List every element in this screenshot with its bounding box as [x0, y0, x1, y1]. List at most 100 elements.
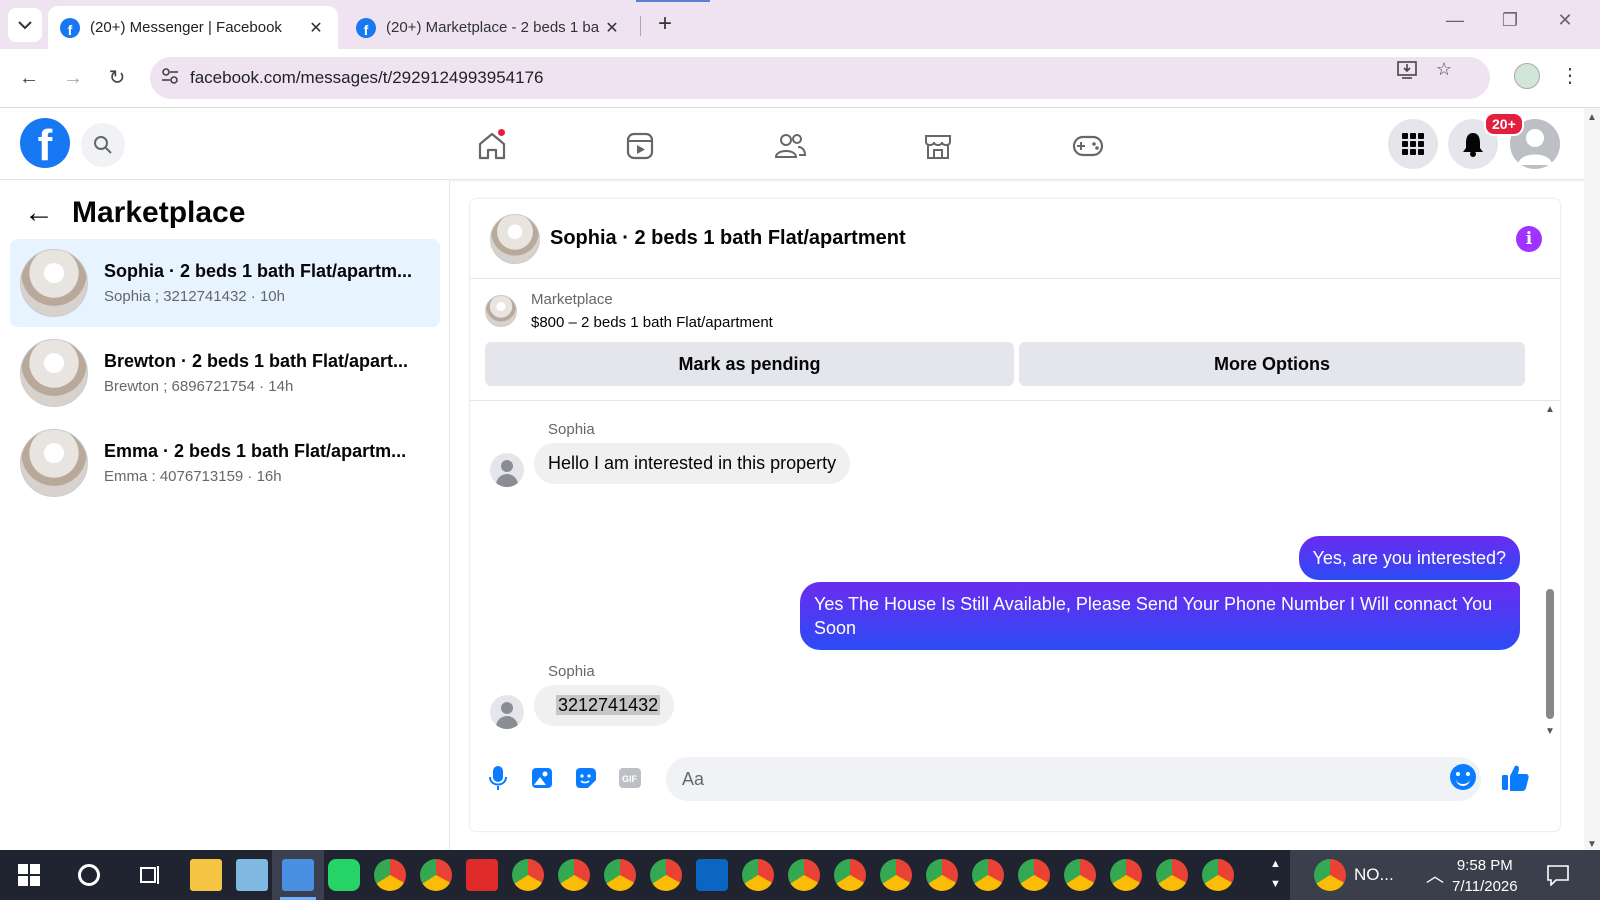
- bookmark-star-icon[interactable]: ☆: [1436, 59, 1452, 84]
- minimize-button[interactable]: —: [1440, 10, 1470, 31]
- close-tab-icon[interactable]: ✕: [602, 18, 622, 38]
- search-circle-icon[interactable]: [78, 864, 100, 886]
- more-options-button[interactable]: More Options: [1019, 342, 1525, 386]
- taskbar-overflow-arrows[interactable]: ▲ ▼: [1270, 854, 1281, 894]
- facebook-logo-icon[interactable]: f: [20, 118, 70, 168]
- chrome-profile-icon[interactable]: [604, 859, 636, 891]
- voice-clip-button[interactable]: [484, 764, 512, 792]
- message-scrollbar[interactable]: ▲ ▼: [1544, 404, 1556, 737]
- listing-thumbnail[interactable]: [490, 214, 540, 264]
- outgoing-message[interactable]: Yes The House Is Still Available, Please…: [800, 582, 1520, 650]
- info-icon[interactable]: i: [1516, 226, 1542, 252]
- scroll-up-arrow-icon[interactable]: ▲: [1544, 404, 1556, 415]
- whatsapp-icon[interactable]: [328, 859, 360, 891]
- bell-icon: [1463, 133, 1483, 157]
- listing-summary[interactable]: Marketplace $800 – 2 beds 1 bath Flat/ap…: [485, 291, 773, 331]
- tab-messenger[interactable]: f (20+) Messenger | Facebook ✕: [48, 6, 338, 49]
- wps-office-icon[interactable]: [466, 859, 498, 891]
- chrome-profile-icon[interactable]: [1202, 859, 1234, 891]
- gif-button[interactable]: GIF: [616, 764, 644, 792]
- chevron-down-icon: [18, 21, 32, 30]
- nav-reels[interactable]: [620, 126, 660, 166]
- show-hidden-icons-icon[interactable]: ︿: [1426, 862, 1444, 888]
- mark-as-pending-button[interactable]: Mark as pending: [485, 342, 1014, 386]
- chrome-profile-icon[interactable]: [1018, 859, 1050, 891]
- sticker-icon: [576, 768, 596, 788]
- outgoing-message[interactable]: Yes, are you interested?: [1298, 536, 1520, 580]
- chrome-profile-icon[interactable]: [972, 859, 1004, 891]
- chrome-profile-icon[interactable]: [558, 859, 590, 891]
- message-input[interactable]: Aa: [666, 757, 1481, 801]
- chrome-profile-icon[interactable]: [1110, 859, 1142, 891]
- marketplace-conversation-list: ← Marketplace Sophia · 2 beds 1 bath Fla…: [0, 180, 450, 850]
- chrome-icon[interactable]: [374, 859, 406, 891]
- nav-home[interactable]: [472, 126, 512, 166]
- page-scroll-down-icon[interactable]: ▼: [1587, 839, 1597, 850]
- windows-start-icon[interactable]: [18, 864, 40, 891]
- nav-gaming[interactable]: [1068, 126, 1108, 166]
- incoming-message[interactable]: 3212741432: [534, 685, 675, 726]
- scrollbar-thumb[interactable]: [1546, 589, 1554, 719]
- tray-app-icon[interactable]: [1314, 859, 1346, 891]
- like-button[interactable]: [1498, 761, 1532, 795]
- close-window-button[interactable]: ✕: [1550, 10, 1580, 31]
- tray-label[interactable]: NO...: [1354, 865, 1394, 885]
- gif-icon: GIF: [619, 768, 641, 788]
- chrome-profile-icon[interactable]: [1064, 859, 1096, 891]
- linkedin-icon[interactable]: [696, 859, 728, 891]
- conversation-item[interactable]: Brewton · 2 beds 1 bath Flat/apart... Br…: [10, 329, 440, 417]
- install-app-icon[interactable]: [1396, 59, 1418, 84]
- tab-marketplace[interactable]: f (20+) Marketplace - 2 beds 1 ba ✕: [344, 6, 634, 49]
- reload-button[interactable]: ↻: [102, 63, 132, 93]
- chrome-profile-icon[interactable]: [880, 859, 912, 891]
- nav-friends[interactable]: [770, 126, 810, 166]
- conversation-preview: Brewton ; 6896721754 · 14h: [104, 378, 294, 395]
- listing-thumbnail: [20, 429, 88, 497]
- chrome-icon[interactable]: [420, 859, 452, 891]
- chrome-profile-icon[interactable]: [742, 859, 774, 891]
- new-tab-button[interactable]: +: [650, 10, 680, 40]
- facebook-search-button[interactable]: [81, 123, 125, 167]
- tab-search-button[interactable]: [8, 8, 42, 42]
- emoji-icon[interactable]: [1450, 764, 1476, 790]
- omnibox-actions: ☆: [1396, 59, 1452, 84]
- attach-photo-button[interactable]: [528, 764, 556, 792]
- notepad-icon[interactable]: [236, 859, 268, 891]
- menu-button[interactable]: [1388, 119, 1438, 169]
- back-button[interactable]: ←: [14, 63, 44, 93]
- omnibox[interactable]: facebook.com/messages/t/2929124993954176: [150, 57, 1490, 99]
- chrome-profile-icon[interactable]: [788, 859, 820, 891]
- task-view-icon[interactable]: [138, 864, 160, 891]
- system-clock[interactable]: 9:58 PM 7/11/2026: [1452, 855, 1518, 897]
- notification-center-icon[interactable]: [1546, 864, 1570, 891]
- page-scrollbar[interactable]: ▲ ▼: [1584, 108, 1600, 850]
- sender-avatar: [490, 695, 524, 729]
- conversation-item[interactable]: Emma · 2 beds 1 bath Flat/apartm... Emma…: [10, 419, 440, 507]
- listing-thumbnail: [20, 249, 88, 317]
- listing-label: Marketplace: [531, 291, 613, 308]
- close-tab-icon[interactable]: ✕: [306, 18, 326, 38]
- forward-button[interactable]: →: [58, 63, 88, 93]
- page-scroll-up-icon[interactable]: ▲: [1587, 112, 1597, 123]
- restore-button[interactable]: ❐: [1495, 10, 1525, 31]
- chrome-profile-icon[interactable]: [834, 859, 866, 891]
- site-info-icon[interactable]: [150, 67, 190, 89]
- search-icon: [94, 136, 112, 154]
- chrome-profile-icon[interactable]: [512, 859, 544, 891]
- incoming-message[interactable]: Hello I am interested in this property: [534, 443, 851, 484]
- microphone-icon: [489, 766, 507, 790]
- chrome-profile-icon[interactable]: [1156, 859, 1188, 891]
- conversation-item[interactable]: Sophia · 2 beds 1 bath Flat/apartm... So…: [10, 239, 440, 327]
- back-arrow-icon[interactable]: ←: [24, 196, 54, 230]
- tab-title: (20+) Marketplace - 2 beds 1 ba: [386, 19, 600, 36]
- chrome-menu-icon[interactable]: ⋮: [1560, 63, 1580, 88]
- nav-marketplace[interactable]: [918, 126, 958, 166]
- snipping-tool-icon[interactable]: [282, 859, 314, 891]
- chat-title[interactable]: Sophia · 2 beds 1 bath Flat/apartment: [550, 227, 906, 250]
- chrome-profile-icon[interactable]: [650, 859, 682, 891]
- scroll-down-arrow-icon[interactable]: ▼: [1544, 726, 1556, 737]
- file-explorer-icon[interactable]: [190, 859, 222, 891]
- chrome-profile-avatar[interactable]: [1514, 63, 1540, 89]
- sticker-button[interactable]: [572, 764, 600, 792]
- chrome-profile-icon[interactable]: [926, 859, 958, 891]
